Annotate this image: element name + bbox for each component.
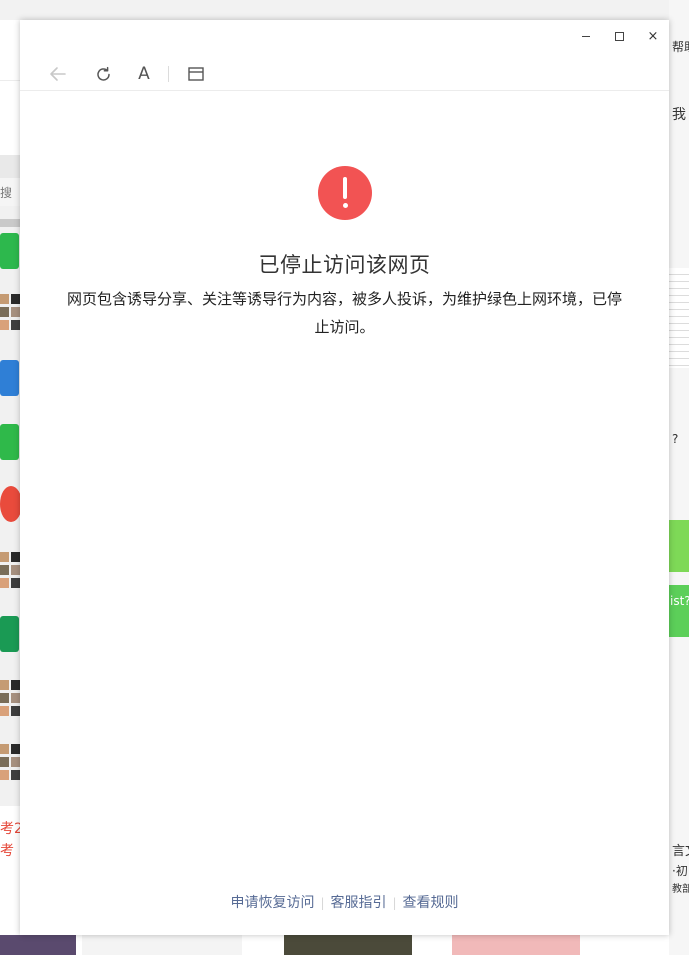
background-question-text: ? [672, 432, 679, 446]
background-avatar-grid [0, 680, 20, 716]
background-green-banner [669, 585, 689, 637]
background-thumbnail [452, 935, 580, 955]
footer-links: 申请恢复访问 | 客服指引 | 查看规则 [20, 892, 669, 912]
background-banner-text: ist? [670, 594, 689, 608]
window-icon [188, 67, 204, 81]
background-titlebar [0, 0, 689, 20]
background-folder-icon [0, 233, 19, 269]
background-left-bar [0, 219, 20, 227]
warning-icon [318, 166, 372, 220]
refresh-button[interactable] [91, 62, 115, 86]
background-avatar-grid [0, 744, 20, 780]
warning-icon-dot [342, 203, 348, 208]
minimize-button[interactable] [575, 26, 597, 48]
warning-icon-bar [343, 177, 347, 199]
background-red-text-2: 考 [0, 843, 14, 859]
background-lang-text-2: ·初 [672, 864, 688, 878]
browser-toolbar: A [20, 58, 669, 90]
background-avatar-grid [0, 552, 20, 588]
back-arrow-icon [50, 67, 66, 81]
view-rules-link[interactable]: 查看规则 [397, 895, 465, 911]
background-thumbnail [0, 935, 76, 955]
background-thumbnail [284, 935, 412, 955]
request-restore-link[interactable]: 申请恢复访问 [224, 895, 320, 911]
background-search-text: 搜 [0, 186, 13, 200]
toolbar-separator [168, 66, 169, 82]
minimize-icon [582, 36, 590, 37]
blocked-description: 网页包含诱导分享、关注等诱导行为内容，被多人投诉，为维护绿色上网环境，已停止访问… [66, 290, 622, 336]
support-guide-link[interactable]: 客服指引 [325, 895, 393, 911]
background-lang-text-1: 言文 [672, 844, 689, 859]
refresh-icon [96, 66, 110, 81]
background-runner-icon [0, 616, 19, 652]
blocked-title: 已停止访问该网页 [258, 253, 431, 277]
back-button[interactable] [46, 62, 70, 86]
background-right-column [669, 0, 689, 955]
maximize-icon [614, 32, 624, 41]
background-emoji-banner [669, 520, 689, 572]
blocked-page-window: × A 已停止访问该网页 网页包含诱导分享、关注等诱导行为内容，被多人投诉，为维… [20, 20, 669, 935]
background-document-thumbnail [669, 268, 689, 368]
background-avatar-grid [0, 294, 20, 330]
toolbar-divider [20, 90, 669, 91]
font-size-button[interactable]: A [132, 62, 156, 86]
close-button[interactable]: × [642, 26, 664, 48]
background-thumbnail [82, 935, 242, 955]
background-lang-text-3: 教部 [672, 884, 689, 895]
footer-separator: | [392, 896, 397, 910]
background-colorful-icon [0, 486, 22, 522]
background-help-text: 帮助 [672, 40, 689, 54]
background-chat-icon [0, 360, 19, 396]
background-wechat-icon [0, 424, 19, 460]
maximize-button[interactable] [608, 26, 630, 48]
open-window-button[interactable] [184, 62, 208, 86]
footer-separator: | [320, 896, 325, 910]
background-me-text: 我 [672, 107, 686, 123]
